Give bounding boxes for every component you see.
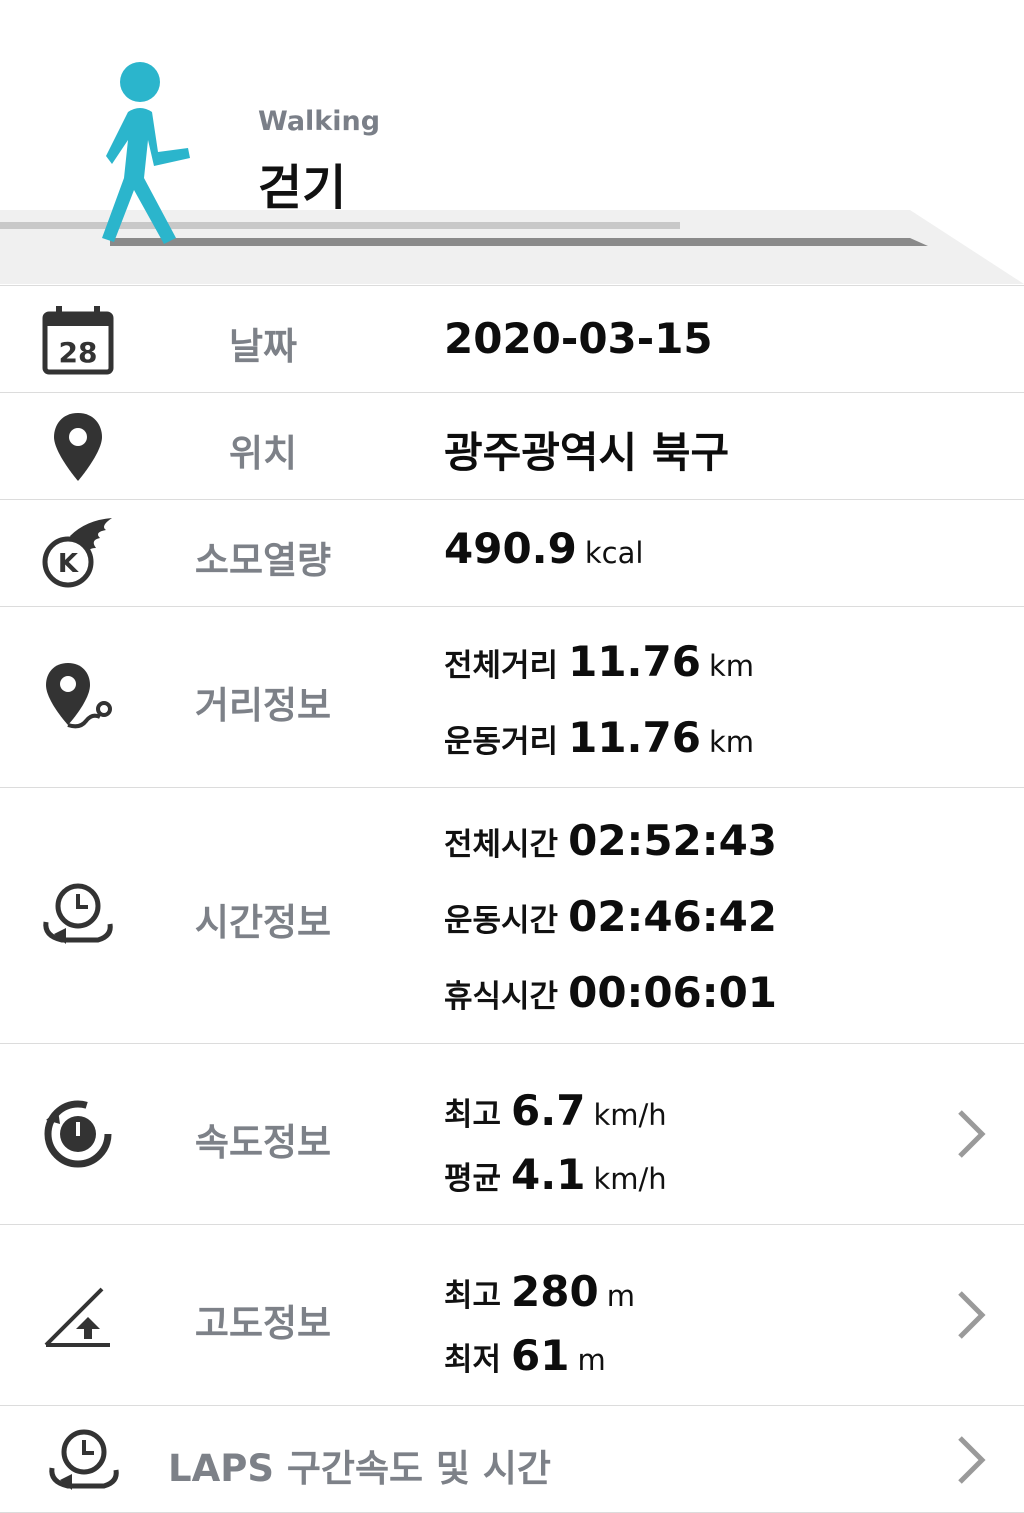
speedometer-icon xyxy=(44,1100,112,1168)
activity-english-name: Walking xyxy=(258,106,381,137)
calories-value-group: 490.9 kcal xyxy=(444,524,643,573)
max-speed-line: 최고 6.7 km/h xyxy=(444,1086,667,1135)
calendar-icon: 28 xyxy=(42,306,114,375)
exercise-distance-label: 운동거리 xyxy=(444,724,559,760)
max-speed-label: 최고 xyxy=(444,1097,502,1133)
distance-label: 거리정보 xyxy=(194,684,332,727)
chevron-right-icon[interactable] xyxy=(954,1434,988,1486)
exercise-distance-value: 11.76 xyxy=(568,713,701,762)
min-altitude-label: 최저 xyxy=(444,1342,502,1378)
altitude-label: 고도정보 xyxy=(194,1302,332,1345)
lap-clock-icon xyxy=(49,1429,119,1490)
activity-header: Walking 걷기 xyxy=(0,0,1024,285)
min-altitude-value: 61 xyxy=(511,1331,570,1380)
calories-unit: kcal xyxy=(584,536,644,570)
rest-time-label: 휴식시간 xyxy=(444,979,559,1015)
altitude-row[interactable]: 고도정보 최고 280 m 최저 61 m xyxy=(0,1224,1024,1405)
date-value: 2020-03-15 xyxy=(444,314,713,363)
map-pin-icon xyxy=(54,413,102,481)
total-distance-line: 전체거리 11.76 km xyxy=(444,637,754,686)
route-pin-icon xyxy=(46,663,112,729)
calories-label: 소모열량 xyxy=(194,539,332,582)
max-altitude-line: 최고 280 m xyxy=(444,1267,635,1316)
total-distance-value: 11.76 xyxy=(568,637,701,686)
distance-row: 거리정보 전체거리 11.76 km 운동거리 11.76 km xyxy=(0,606,1024,787)
total-time-line: 전체시간 02:52:43 xyxy=(444,816,777,865)
time-row: 시간정보 전체시간 02:52:43 운동시간 02:46:42 휴식시간 00:06… xyxy=(0,787,1024,1043)
location-value: 광주광역시 북구 xyxy=(444,428,730,477)
exercise-distance-unit: km xyxy=(708,725,754,759)
max-speed-value: 6.7 xyxy=(511,1086,586,1135)
location-row: 위치 광주광역시 북구 xyxy=(0,392,1024,499)
rest-time-line: 휴식시간 00:06:01 xyxy=(444,968,777,1017)
max-speed-unit: km/h xyxy=(593,1098,667,1132)
calorie-flame-icon: K xyxy=(42,518,112,588)
clock-cycle-icon xyxy=(43,883,113,944)
speed-row[interactable]: 속도정보 최고 6.7 km/h 평균 4.1 km/h xyxy=(0,1043,1024,1224)
min-altitude-line: 최저 61 m xyxy=(444,1331,606,1380)
max-altitude-unit: m xyxy=(606,1279,635,1313)
exercise-distance-line: 운동거리 11.76 km xyxy=(444,713,754,762)
avg-speed-label: 평균 xyxy=(444,1161,502,1197)
max-altitude-value: 280 xyxy=(511,1267,599,1316)
avg-speed-unit: km/h xyxy=(593,1162,667,1196)
speed-label: 속도정보 xyxy=(194,1121,332,1164)
exercise-time-value: 02:46:42 xyxy=(568,892,778,941)
max-altitude-label: 최고 xyxy=(444,1278,502,1314)
calorie-icon-letter: K xyxy=(58,549,79,579)
avg-speed-line: 평균 4.1 km/h xyxy=(444,1150,667,1199)
calendar-day-number: 28 xyxy=(59,336,98,369)
avg-speed-value: 4.1 xyxy=(511,1150,586,1199)
total-time-label: 전체시간 xyxy=(444,827,559,863)
altitude-slope-icon xyxy=(44,1287,110,1347)
chevron-right-icon[interactable] xyxy=(954,1289,988,1341)
time-label: 시간정보 xyxy=(194,901,332,944)
calories-row: K 소모열량 490.9 kcal xyxy=(0,499,1024,606)
walking-person-icon xyxy=(102,62,190,244)
total-time-value: 02:52:43 xyxy=(568,816,778,865)
laps-row[interactable]: LAPS 구간속도 및 시간 xyxy=(0,1405,1024,1513)
min-altitude-unit: m xyxy=(577,1343,606,1377)
total-distance-label: 전체거리 xyxy=(444,648,559,684)
activity-title: 걷기 xyxy=(258,160,347,216)
location-label: 위치 xyxy=(228,432,298,475)
total-distance-unit: km xyxy=(708,649,754,683)
exercise-time-label: 운동시간 xyxy=(444,903,559,939)
laps-label: LAPS 구간속도 및 시간 xyxy=(168,1447,551,1490)
exercise-time-line: 운동시간 02:46:42 xyxy=(444,892,777,941)
rest-time-value: 00:06:01 xyxy=(568,968,778,1017)
date-label: 날짜 xyxy=(228,325,298,368)
chevron-right-icon[interactable] xyxy=(954,1108,988,1160)
calories-value: 490.9 xyxy=(444,524,577,573)
date-row: 28 날짜 2020-03-15 xyxy=(0,285,1024,392)
